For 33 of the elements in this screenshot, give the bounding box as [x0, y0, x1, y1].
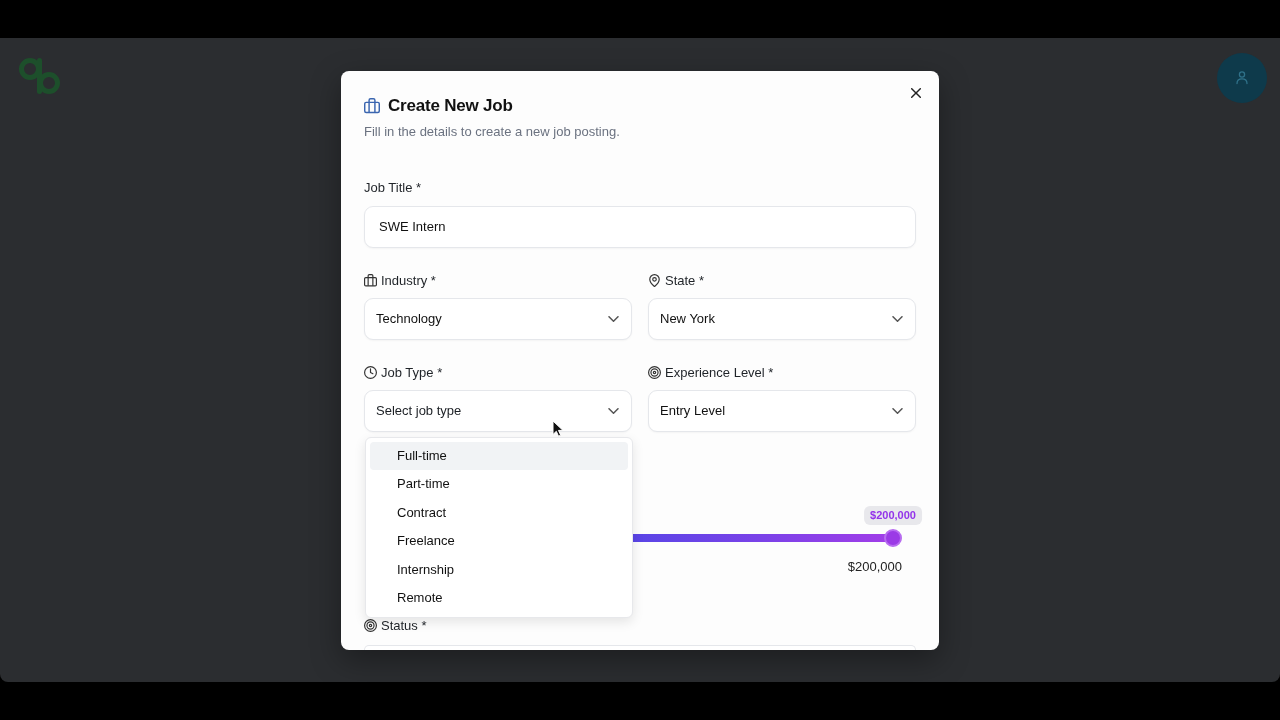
target-icon: [364, 619, 377, 632]
field-label: Experience Level *: [665, 363, 774, 382]
logo: [18, 56, 62, 96]
chevron-down-icon: [892, 407, 903, 414]
input-field[interactable]: SWE Intern: [364, 205, 916, 248]
chevron-down-icon: [892, 315, 903, 322]
chevron-down-icon: [608, 315, 619, 322]
field-label: Job Type *: [381, 363, 443, 382]
clock-icon: [364, 366, 377, 379]
dialog-title: Create New Job: [388, 94, 513, 117]
map-pin-icon: [648, 274, 661, 287]
select-field[interactable]: Select job type: [364, 389, 632, 432]
dropdown-option[interactable]: Full-time: [370, 441, 628, 470]
briefcase-icon: [364, 97, 380, 114]
slider-thumb[interactable]: [884, 528, 902, 547]
dropdown-option[interactable]: Part-time: [370, 470, 628, 499]
select-field[interactable]: Entry Level: [648, 389, 916, 432]
dropdown-option[interactable]: Remote: [370, 584, 628, 613]
close-icon: [911, 87, 921, 98]
slider-value-badge: $200,000: [864, 505, 922, 525]
field-label: Status *: [381, 616, 427, 635]
briefcase-icon: [364, 274, 377, 287]
chevron-down-icon: [608, 407, 619, 414]
target-icon: [648, 366, 661, 379]
select-field[interactable]: New York: [648, 297, 916, 340]
field-label: Industry *: [381, 271, 436, 290]
field-label: Job Title *: [364, 178, 422, 197]
select-field[interactable]: [364, 644, 916, 650]
dropdown-option[interactable]: Internship: [370, 555, 628, 584]
range-max-label: $200,000: [847, 557, 902, 576]
dialog-subtitle: Fill in the details to create a new job posting.: [364, 122, 620, 141]
select-field[interactable]: Technology: [364, 297, 632, 340]
field-label: State *: [665, 271, 705, 290]
